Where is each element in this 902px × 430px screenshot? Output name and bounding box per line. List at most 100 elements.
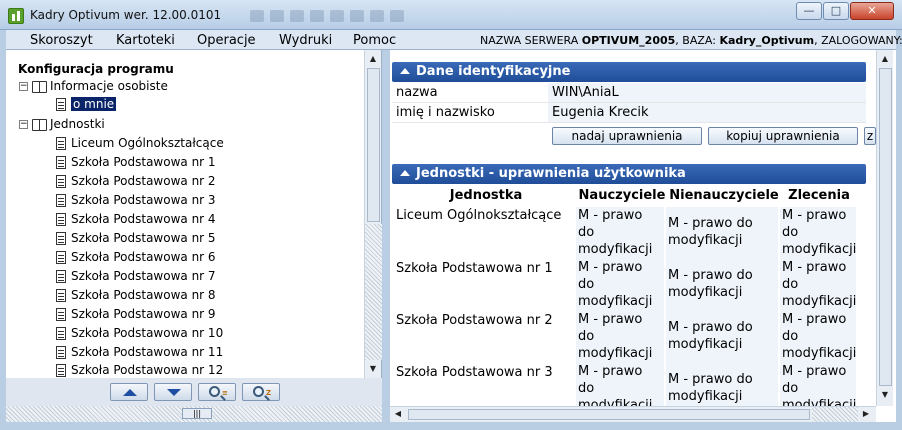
tree-item-unit[interactable]: Liceum Ogólnokształcące [56,136,224,155]
menu-operacje[interactable]: Operacje [197,33,256,48]
tree-item-unit[interactable]: Szkoła Podstawowa nr 1 [56,155,216,174]
tree-item-unit[interactable]: Szkoła Podstawowa nr 8 [56,288,216,307]
menu-pomoc[interactable]: Pomoc [353,33,396,48]
identity-value: WIN\AniaL [548,83,866,102]
scroll-up-icon[interactable]: ▲ [367,52,379,66]
menu-bar: Skoroszyt Kartoteki Operacje Wydruki Pom… [6,30,902,50]
tree-group-jednostki[interactable]: − Jednostki [19,117,105,136]
server-label: NAZWA SERWERA [480,34,579,47]
permission-cell-nauczyciele[interactable]: M - prawo do modyfikacji [576,259,664,311]
menu-skoroszyt[interactable]: Skoroszyt [30,33,93,48]
book-icon [32,118,47,131]
tree-item-label: Szkoła Podstawowa nr 8 [71,288,216,302]
scroll-down-icon[interactable]: ▼ [879,388,891,402]
tree-group-informacje[interactable]: − Informacje osobiste [19,79,168,98]
collapse-icon[interactable]: − [19,120,28,129]
search-button-1[interactable]: ≡ [198,383,236,401]
document-icon [56,232,66,245]
details-vertical-scrollbar[interactable]: ▲ ▼ [876,50,893,406]
scroll-thumb[interactable] [367,68,380,222]
tree-item-unit[interactable]: Szkoła Podstawowa nr 11 [56,345,223,364]
tree-item-label: Szkoła Podstawowa nr 4 [71,212,216,226]
document-icon [56,194,66,207]
permission-cell-nauczyciele[interactable]: M - prawo do modyfikacji [576,363,664,406]
permission-cell-nauczyciele[interactable]: M - prawo do modyfikacji [576,311,664,363]
server-value: OPTIVUM_2005 [581,34,676,47]
permission-cell-zlecenia[interactable]: M - prawo do modyfikacji [780,311,856,363]
search-icon [209,386,220,397]
tree-item-label: Szkoła Podstawowa nr 7 [71,269,216,283]
tree-item-o-mnie[interactable]: o mnie [56,97,117,116]
permission-cell-zlecenia[interactable]: M - prawo do modyfikacji [780,259,856,311]
collapse-icon[interactable]: − [19,82,28,91]
details-horizontal-scrollbar[interactable]: ◀ ▶ [390,406,876,422]
move-up-button[interactable] [110,383,148,401]
scroll-right-icon[interactable]: ▶ [860,407,872,421]
scroll-thumb[interactable] [408,409,810,420]
permission-cell-nienauczyciele[interactable]: M - prawo do modyfikacji [666,363,778,406]
tree-item-unit[interactable]: Szkoła Podstawowa nr 3 [56,193,216,212]
scroll-thumb[interactable] [879,68,892,386]
tree-item-unit[interactable]: Szkoła Podstawowa nr 7 [56,269,216,288]
tree-item-unit[interactable]: Szkoła Podstawowa nr 4 [56,212,216,231]
scroll-down-icon[interactable]: ▼ [367,362,379,376]
document-icon [56,327,66,340]
menu-wydruki[interactable]: Wydruki [279,33,332,48]
document-icon [56,308,66,321]
tree-group-label: Jednostki [50,117,105,131]
tree-item-label: Szkoła Podstawowa nr 1 [71,155,216,169]
document-icon [56,137,66,150]
tree-vertical-scrollbar[interactable]: ▲ ▼ [364,50,382,378]
tree-item-unit[interactable]: Szkoła Podstawowa nr 6 [56,250,216,269]
scroll-up-icon[interactable]: ▲ [879,52,891,66]
column-header-zlecenia[interactable]: Zlecenia [782,188,856,203]
permission-cell-nienauczyciele[interactable]: M - prawo do modyfikacji [666,259,778,311]
tree-item-label: Szkoła Podstawowa nr 5 [71,231,216,245]
tree-navigation-bar: ≡ Z ||| [6,378,382,422]
grant-permissions-button[interactable]: nadaj uprawnienia [552,127,702,145]
splitter-grip-icon[interactable]: ||| [182,408,212,419]
close-button[interactable]: ✕ [850,2,894,20]
tree-item-unit[interactable]: Szkoła Podstawowa nr 12 [56,363,223,378]
column-header-jednostka[interactable]: Jednostka [396,188,576,203]
permission-cell-zlecenia[interactable]: M - prawo do modyfikacji [780,207,856,259]
arrow-up-icon [123,389,137,396]
app-icon [8,8,24,24]
tree-root: Konfiguracja programu [18,62,174,76]
document-icon [56,364,66,377]
collapse-caret-icon[interactable] [400,67,410,74]
menu-kartoteki[interactable]: Kartoteki [116,33,175,48]
scroll-track[interactable] [365,224,382,360]
maximize-button[interactable]: □ [823,2,849,20]
permission-unit: Liceum Ogólnokształcące [396,208,562,223]
permission-cell-zlecenia[interactable]: M - prawo do modyfikacji [780,363,856,406]
tree-horizontal-scrollbar[interactable]: ||| [6,406,382,422]
scroll-track[interactable] [812,407,858,422]
tree-item-label: Szkoła Podstawowa nr 3 [71,193,216,207]
user-label: , ZALOGOWANY: [814,34,902,47]
document-icon [56,289,66,302]
tree-item-unit[interactable]: Szkoła Podstawowa nr 2 [56,174,216,193]
identity-section-header[interactable]: Dane identyfikacyjne [392,62,866,82]
permission-cell-nienauczyciele[interactable]: M - prawo do modyfikacji [666,207,778,259]
copy-permissions-button[interactable]: kopiuj uprawnienia [708,127,858,145]
move-down-button[interactable] [154,383,192,401]
identity-value: Eugenia Krecik [548,103,866,122]
permission-unit: Szkoła Podstawowa nr 2 [396,313,553,328]
collapse-caret-icon[interactable] [400,169,410,176]
tree-item-unit[interactable]: Szkoła Podstawowa nr 5 [56,231,216,250]
tree-item-unit[interactable]: Szkoła Podstawowa nr 9 [56,307,216,326]
tree-item-unit[interactable]: Szkoła Podstawowa nr 10 [56,326,223,345]
db-label: , BAZA: [675,34,716,47]
permission-cell-nauczyciele[interactable]: M - prawo do modyfikacji [576,207,664,259]
minimize-button[interactable]: — [796,2,822,20]
permission-cell-nienauczyciele[interactable]: M - prawo do modyfikacji [666,311,778,363]
more-button[interactable]: z [864,127,876,145]
permissions-section-header[interactable]: Jednostki - uprawnienia użytkownika [392,164,866,184]
column-header-nauczyciele[interactable]: Nauczyciele [578,188,666,203]
scroll-left-icon[interactable]: ◀ [392,407,404,421]
search-button-2[interactable]: Z [242,383,280,401]
column-header-nienauczyciele[interactable]: Nienauczyciele [668,188,780,203]
permission-unit: Szkoła Podstawowa nr 1 [396,261,553,276]
tree-panel: Konfiguracja programu − Informacje osobis… [6,50,382,422]
